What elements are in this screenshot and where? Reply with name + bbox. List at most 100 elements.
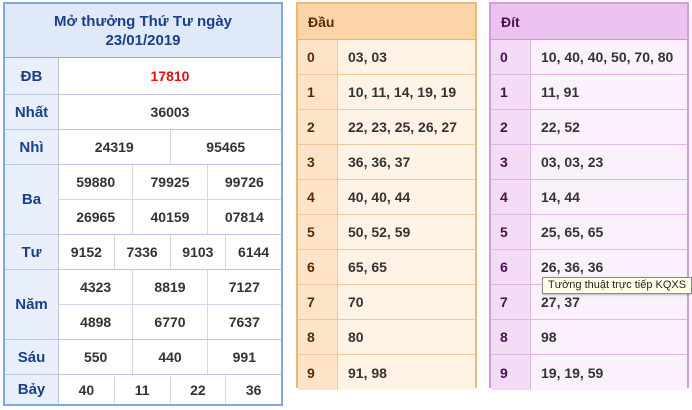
prize-row-third: Ba 59880 79925 99726 26965 40159 07814: [5, 165, 281, 235]
head-values: 50, 52, 59: [338, 215, 475, 249]
head-digit-title: Đầu: [298, 4, 475, 40]
head-row-5: 5 50, 52, 59: [298, 215, 475, 250]
tail-row-5: 5 25, 65, 65: [491, 215, 687, 250]
prize-number: 7336: [113, 235, 170, 269]
prize-number: 6144: [225, 235, 281, 269]
tail-values: 25, 65, 65: [531, 215, 687, 249]
head-row-2: 2 22, 23, 25, 26, 27: [298, 110, 475, 145]
prize-row-sixth: Sáu 550 440 991: [5, 340, 281, 375]
prize-row-first: Nhất 36003: [5, 95, 281, 130]
tail-digit: 1: [491, 75, 531, 109]
head-row-0: 0 03, 03: [298, 40, 475, 75]
prize-row-fourth: Tư 9152 7336 9103 6144: [5, 235, 281, 270]
prize-number: 9103: [169, 235, 226, 269]
prize-number: 6770: [132, 305, 206, 339]
prize-number: 440: [132, 340, 206, 374]
tail-digit-table: Đít 0 10, 40, 40, 50, 70, 80 1 11, 91 2 22,…: [489, 2, 689, 390]
prize-row-fifth: Năm 4323 8819 7127 4898 6770 7637: [5, 270, 281, 340]
prize-number: 07814: [206, 200, 281, 234]
prize-label: Năm: [5, 270, 59, 339]
head-digit: 8: [298, 320, 338, 354]
tail-values: 22, 52: [531, 110, 687, 144]
head-row-1: 1 10, 11, 14, 19, 19: [298, 75, 475, 110]
tail-row-4: 4 14, 44: [491, 180, 687, 215]
tail-digit: 0: [491, 40, 531, 74]
prize-number: 9152: [70, 244, 102, 260]
prize-number: 59880: [76, 174, 116, 190]
lottery-results-table: Mở thưởng Thứ Tư ngày 23/01/2019 ĐB 1781…: [3, 2, 283, 406]
prize-number: 99726: [206, 165, 281, 199]
head-row-9: 9 91, 98: [298, 355, 475, 390]
prize-label: Sáu: [5, 340, 59, 374]
prize-number: 95465: [169, 130, 282, 164]
prize-number: 36: [225, 375, 281, 404]
head-values: 40, 40, 44: [338, 180, 475, 214]
results-title: Mở thưởng Thứ Tư ngày: [53, 12, 233, 30]
prize-row-seventh: Bảy 40 11 22 36: [5, 375, 281, 404]
prize-number: 79925: [132, 165, 206, 199]
prize-label: Tư: [5, 235, 59, 269]
results-header: Mở thưởng Thứ Tư ngày 23/01/2019: [5, 4, 281, 58]
head-values: 36, 36, 37: [338, 145, 475, 179]
tail-digit: 4: [491, 180, 531, 214]
prize-number: 7637: [206, 305, 281, 339]
tail-digit: 3: [491, 145, 531, 179]
tail-row-8: 8 98: [491, 320, 687, 355]
tail-digit: 6: [491, 250, 531, 284]
tail-row-0: 0 10, 40, 40, 50, 70, 80: [491, 40, 687, 75]
prize-number: 7127: [206, 270, 281, 304]
tail-values: 11, 91: [531, 75, 687, 109]
head-values: 22, 23, 25, 26, 27: [338, 110, 475, 144]
head-digit-table: Đầu 0 03, 03 1 10, 11, 14, 19, 19 2 22, 23,…: [296, 2, 477, 390]
tail-values: 19, 19, 59: [531, 355, 687, 390]
head-values: 10, 11, 14, 19, 19: [338, 75, 475, 109]
live-draw-tooltip: Tường thuật trực tiếp KQXS: [542, 277, 692, 294]
head-row-7: 7 70: [298, 285, 475, 320]
tail-digit-title: Đít: [491, 4, 687, 40]
prize-number: 11: [113, 375, 170, 404]
head-values: 70: [338, 285, 475, 319]
prize-number: 24319: [94, 139, 134, 155]
head-digit: 6: [298, 250, 338, 284]
tail-values: 03, 03, 23: [531, 145, 687, 179]
head-values: 91, 98: [338, 355, 475, 390]
head-row-3: 3 36, 36, 37: [298, 145, 475, 180]
tail-digit: 2: [491, 110, 531, 144]
tail-values: 14, 44: [531, 180, 687, 214]
prize-row-second: Nhì 24319 95465: [5, 130, 281, 165]
head-digit: 0: [298, 40, 338, 74]
head-row-4: 4 40, 40, 44: [298, 180, 475, 215]
results-date: 23/01/2019: [105, 31, 181, 49]
head-row-6: 6 65, 65: [298, 250, 475, 285]
prize-number: 991: [206, 340, 281, 374]
prize-number: 40159: [132, 200, 206, 234]
tail-row-9: 9 19, 19, 59: [491, 355, 687, 390]
prize-number: 17810: [150, 68, 190, 84]
prize-label: Bảy: [5, 375, 59, 404]
head-digit: 2: [298, 110, 338, 144]
prize-row-special: ĐB 17810: [5, 58, 281, 95]
head-values: 65, 65: [338, 250, 475, 284]
head-digit: 9: [298, 355, 338, 390]
head-values: 80: [338, 320, 475, 354]
prize-number: 550: [83, 349, 108, 365]
head-row-8: 8 80: [298, 320, 475, 355]
tail-values: 98: [531, 320, 687, 354]
head-digit: 1: [298, 75, 338, 109]
tail-digit: 8: [491, 320, 531, 354]
tail-digit: 9: [491, 355, 531, 390]
prize-label: Nhất: [5, 95, 59, 129]
prize-number: 8819: [132, 270, 206, 304]
tail-digit: 5: [491, 215, 531, 249]
prize-label: ĐB: [5, 58, 59, 94]
prize-number: 4323: [80, 279, 112, 295]
head-digit: 3: [298, 145, 338, 179]
head-digit: 7: [298, 285, 338, 319]
prize-number: 22: [169, 375, 226, 404]
prize-number: 36003: [150, 104, 190, 120]
head-values: 03, 03: [338, 40, 475, 74]
tail-row-1: 1 11, 91: [491, 75, 687, 110]
prize-label: Nhì: [5, 130, 59, 164]
tail-digit: 7: [491, 285, 531, 319]
prize-number: 26965: [76, 209, 116, 225]
